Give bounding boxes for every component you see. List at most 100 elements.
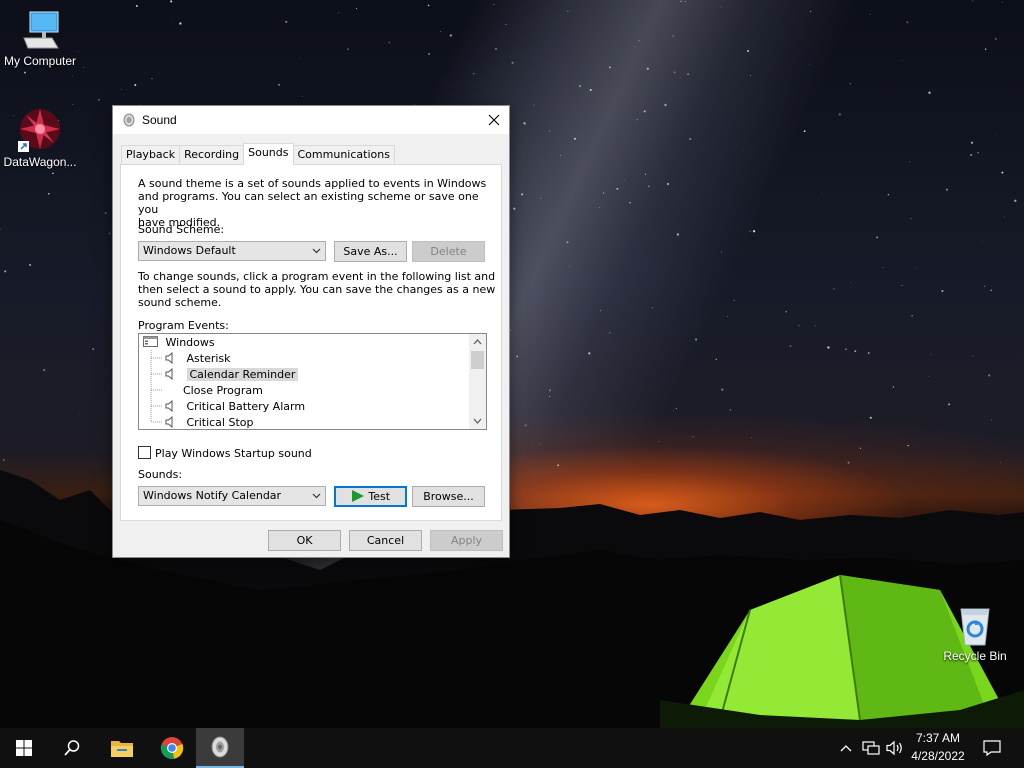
star bbox=[838, 113, 841, 116]
list-item-asterisk[interactable]: Asterisk bbox=[165, 351, 231, 367]
folder-icon bbox=[111, 741, 133, 757]
tab-recording[interactable]: Recording bbox=[179, 145, 245, 165]
star bbox=[747, 50, 750, 52]
list-item-critical-battery-alarm[interactable]: Critical Battery Alarm bbox=[165, 399, 305, 415]
star bbox=[135, 5, 138, 7]
star bbox=[751, 437, 752, 439]
star bbox=[651, 307, 653, 309]
star bbox=[104, 212, 107, 215]
ok-button[interactable]: OK bbox=[268, 530, 341, 551]
star bbox=[29, 264, 32, 266]
tab-sounds[interactable]: Sounds bbox=[243, 143, 294, 165]
clock-date[interactable]: 4/28/2022 bbox=[906, 749, 970, 763]
star bbox=[798, 325, 800, 327]
startup-sound-checkbox[interactable] bbox=[138, 446, 151, 459]
star bbox=[134, 83, 137, 87]
windows-logo-icon bbox=[16, 740, 32, 756]
show-hidden-icons-button[interactable] bbox=[836, 728, 856, 768]
star bbox=[83, 67, 85, 69]
star bbox=[658, 441, 660, 442]
star bbox=[941, 289, 944, 293]
star bbox=[170, 0, 173, 3]
star bbox=[887, 194, 889, 196]
star bbox=[579, 85, 582, 88]
clock-time[interactable]: 7:37 AM bbox=[906, 731, 970, 745]
star bbox=[524, 424, 527, 427]
taskbar-chrome[interactable] bbox=[148, 728, 196, 768]
star bbox=[1001, 171, 1004, 174]
program-events-list[interactable]: Windows Asterisk Calendar Reminder Close… bbox=[138, 333, 487, 430]
list-item-close-program[interactable]: Close Program bbox=[183, 383, 263, 399]
volume-tray-button[interactable] bbox=[884, 728, 906, 768]
star bbox=[809, 10, 812, 13]
event-label: Close Program bbox=[183, 384, 263, 397]
start-button[interactable] bbox=[0, 728, 48, 768]
chevron-down-icon bbox=[312, 248, 321, 254]
star bbox=[687, 73, 689, 75]
scroll-up-arrow-icon[interactable] bbox=[469, 334, 486, 351]
star bbox=[809, 63, 810, 65]
star bbox=[603, 192, 605, 194]
intro-text-line: and programs. You can select an existing… bbox=[138, 190, 479, 216]
star bbox=[636, 118, 638, 121]
star bbox=[672, 35, 674, 37]
star bbox=[285, 20, 288, 23]
star bbox=[833, 287, 835, 290]
star bbox=[588, 352, 591, 355]
tab-playback[interactable]: Playback bbox=[121, 145, 181, 165]
desktop-icon-my-computer[interactable]: My Computer bbox=[0, 8, 80, 68]
list-item-calendar-reminder[interactable]: Calendar Reminder bbox=[165, 367, 299, 383]
change-sounds-text: To change sounds, click a program event … bbox=[138, 270, 495, 309]
star bbox=[984, 285, 986, 287]
star bbox=[972, 0, 974, 2]
star bbox=[694, 338, 698, 341]
save-as-button[interactable]: Save As... bbox=[334, 241, 407, 262]
star bbox=[516, 355, 519, 358]
test-button[interactable]: Test bbox=[334, 486, 407, 507]
star bbox=[970, 153, 973, 156]
close-button[interactable] bbox=[479, 106, 509, 134]
sound-scheme-select[interactable]: Windows Default bbox=[138, 241, 326, 261]
star bbox=[533, 104, 535, 106]
scrollbar-thumb[interactable] bbox=[471, 351, 484, 369]
star bbox=[559, 154, 561, 156]
scroll-down-arrow-icon[interactable] bbox=[469, 412, 486, 429]
star bbox=[982, 241, 983, 243]
star bbox=[513, 207, 516, 210]
taskbar-file-explorer[interactable] bbox=[98, 728, 146, 768]
network-tray-button[interactable] bbox=[860, 728, 882, 768]
notification-icon bbox=[983, 740, 1001, 756]
star bbox=[1014, 199, 1017, 202]
taskbar-sound-dialog[interactable] bbox=[196, 728, 244, 768]
chevron-up-icon bbox=[840, 745, 852, 752]
star bbox=[43, 368, 46, 372]
desktop-icon-recycle-bin[interactable]: Recycle Bin bbox=[935, 603, 1015, 663]
search-button[interactable] bbox=[48, 728, 96, 768]
chevron-down-icon bbox=[312, 493, 321, 499]
speaker-icon bbox=[165, 415, 173, 429]
cancel-button[interactable]: Cancel bbox=[349, 530, 422, 551]
speaker-icon bbox=[165, 399, 173, 413]
sounds-select[interactable]: Windows Notify Calendar bbox=[138, 486, 326, 506]
apply-button[interactable]: Apply bbox=[430, 530, 503, 551]
startup-sound-label[interactable]: Play Windows Startup sound bbox=[155, 447, 312, 460]
change-text-line: To change sounds, click a program event … bbox=[138, 270, 496, 283]
star bbox=[995, 133, 997, 135]
tab-communications[interactable]: Communications bbox=[292, 145, 395, 165]
dialog-titlebar[interactable]: Sound bbox=[113, 106, 509, 134]
list-item-critical-stop[interactable]: Critical Stop bbox=[165, 415, 253, 429]
action-center-button[interactable] bbox=[976, 728, 1008, 768]
events-scrollbar[interactable] bbox=[469, 334, 486, 429]
star bbox=[821, 193, 823, 195]
delete-button[interactable]: Delete bbox=[412, 241, 485, 262]
browse-button[interactable]: Browse... bbox=[412, 486, 485, 507]
program-events-label: Program Events: bbox=[138, 319, 229, 332]
star bbox=[78, 413, 80, 415]
star bbox=[647, 185, 650, 188]
star bbox=[599, 309, 602, 312]
star bbox=[0, 228, 1, 230]
star bbox=[859, 447, 862, 449]
star bbox=[930, 353, 932, 355]
desktop-icon-datawagon[interactable]: DataWagon... bbox=[0, 105, 80, 169]
star bbox=[827, 346, 830, 349]
